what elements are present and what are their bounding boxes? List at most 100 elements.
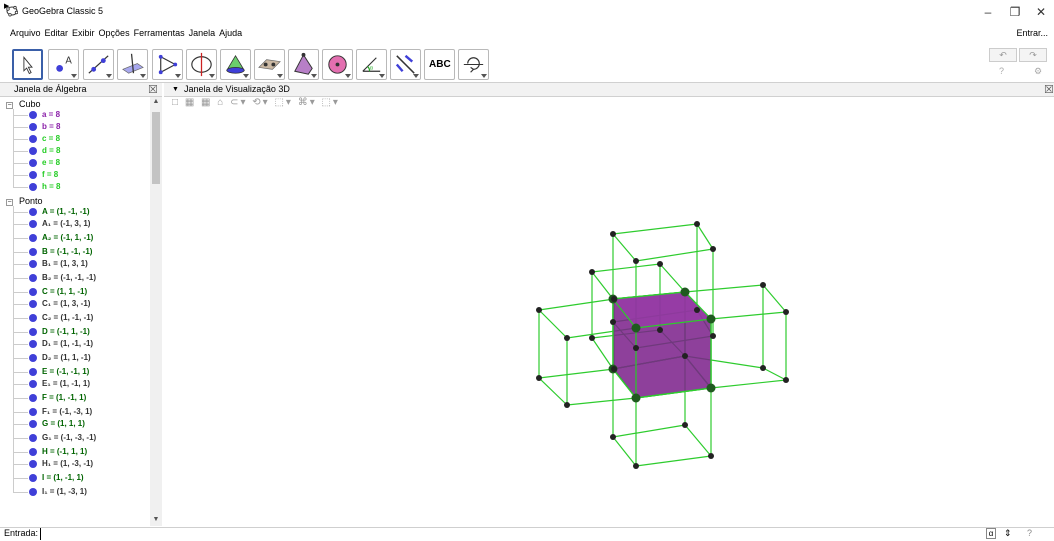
- sphere-tool-button[interactable]: [322, 49, 353, 80]
- intersect-tool-button[interactable]: [220, 49, 251, 80]
- visibility-toggle[interactable]: [29, 328, 37, 336]
- graphics-3d-view[interactable]: [164, 111, 1054, 526]
- cube-edge[interactable]: [612, 233, 637, 262]
- visibility-toggle[interactable]: [29, 394, 37, 402]
- sign-in-link[interactable]: Entrar...: [1016, 28, 1048, 38]
- text-tool-button[interactable]: ABC: [424, 49, 455, 80]
- minimize-button[interactable]: –: [975, 2, 1001, 22]
- cube-edge[interactable]: [612, 424, 686, 438]
- algebra-item[interactable]: B₂ = (-1, -1, -1): [42, 273, 96, 285]
- visibility-toggle[interactable]: [29, 420, 37, 428]
- cube-edge[interactable]: [696, 223, 714, 250]
- visibility-toggle[interactable]: [29, 147, 37, 155]
- vertex-point[interactable]: [710, 333, 716, 339]
- vertex-point[interactable]: [633, 345, 639, 351]
- settings-icon[interactable]: ⚙: [1034, 66, 1042, 77]
- cube-edge[interactable]: [591, 337, 614, 370]
- vertex-point[interactable]: [694, 307, 700, 313]
- visibility-toggle[interactable]: [29, 368, 37, 376]
- cube-edge[interactable]: [710, 311, 787, 320]
- vertex-point[interactable]: [536, 307, 542, 313]
- visibility-toggle[interactable]: [29, 208, 37, 216]
- collapse-arrow-icon[interactable]: ▶: [4, 2, 9, 10]
- line-tool-button[interactable]: [83, 49, 114, 80]
- algebra-item[interactable]: F₁ = (-1, -3, 1): [42, 407, 92, 419]
- vertex-point[interactable]: [657, 261, 663, 267]
- input-field[interactable]: [40, 528, 54, 540]
- vertex-point[interactable]: [657, 327, 663, 333]
- algebra-item[interactable]: G = (1, 1, 1): [42, 419, 85, 431]
- algebra-item[interactable]: C = (1, 1, -1): [42, 287, 87, 299]
- close-button[interactable]: ✕: [1028, 2, 1054, 22]
- visibility-toggle[interactable]: [29, 111, 37, 119]
- vertex-point[interactable]: [631, 323, 641, 333]
- visibility-toggle[interactable]: [29, 260, 37, 268]
- visibility-toggle[interactable]: [29, 314, 37, 322]
- vertex-point[interactable]: [783, 309, 789, 315]
- algebra-item[interactable]: A₁ = (-1, 3, 1): [42, 219, 90, 231]
- visibility-toggle[interactable]: [29, 288, 37, 296]
- vertex-point[interactable]: [783, 377, 789, 383]
- vertex-point[interactable]: [633, 258, 639, 264]
- help-icon[interactable]: ?: [999, 66, 1004, 76]
- cube-edge[interactable]: [538, 377, 568, 406]
- vertex-point[interactable]: [564, 402, 570, 408]
- vertex-point[interactable]: [682, 353, 688, 359]
- vertex-point[interactable]: [633, 463, 639, 469]
- visibility-toggle[interactable]: [29, 380, 37, 388]
- vertex-point[interactable]: [610, 319, 616, 325]
- visibility-toggle[interactable]: [29, 171, 37, 179]
- symbol-button[interactable]: α: [986, 528, 996, 539]
- vertex-point[interactable]: [611, 296, 617, 302]
- vertex-point[interactable]: [706, 383, 716, 393]
- visibility-toggle[interactable]: [29, 354, 37, 362]
- menu-exibir[interactable]: Exibir: [72, 28, 95, 38]
- perpendicular-tool-button[interactable]: [117, 49, 148, 80]
- visibility-toggle[interactable]: [29, 300, 37, 308]
- collapse-arrow-icon[interactable]: ▼: [172, 86, 179, 93]
- point-tool-button[interactable]: A: [48, 49, 79, 80]
- style-bar[interactable]: □ ▦ ▦ ⌂ ⊂▾ ⟲▾ ⬚▾ ⌘▾ ⬚▾: [172, 97, 340, 111]
- algebra-item[interactable]: h = 8: [42, 182, 60, 194]
- menu-ferramentas[interactable]: Ferramentas: [134, 28, 185, 38]
- menu-opcoes[interactable]: Opções: [99, 28, 130, 38]
- vertex-point[interactable]: [589, 335, 595, 341]
- visibility-toggle[interactable]: [29, 274, 37, 282]
- algebra-item[interactable]: e = 8: [42, 158, 60, 170]
- algebra-item[interactable]: I₁ = (1, -3, 1): [42, 487, 87, 499]
- circle-axis-tool-button[interactable]: [186, 49, 217, 80]
- cube-edge[interactable]: [538, 368, 615, 379]
- menu-editar[interactable]: Editar: [45, 28, 69, 38]
- algebra-item[interactable]: D₁ = (1, -1, -1): [42, 339, 93, 351]
- visibility-toggle[interactable]: [29, 408, 37, 416]
- cube-edge[interactable]: [566, 397, 637, 406]
- algebra-item[interactable]: E₁ = (1, -1, 1): [42, 379, 90, 391]
- visibility-toggle[interactable]: [29, 123, 37, 131]
- algebra-item[interactable]: E = (-1, -1, 1): [42, 367, 89, 379]
- reflect-tool-button[interactable]: [390, 49, 421, 80]
- algebra-item[interactable]: D = (-1, 1, -1): [42, 327, 90, 339]
- vertex-point[interactable]: [589, 269, 595, 275]
- visibility-toggle[interactable]: [29, 448, 37, 456]
- algebra-item[interactable]: d = 8: [42, 146, 60, 158]
- visibility-toggle[interactable]: [29, 474, 37, 482]
- vertex-point[interactable]: [610, 434, 616, 440]
- visibility-toggle[interactable]: [29, 340, 37, 348]
- vertex-point[interactable]: [610, 231, 616, 237]
- collapse-box-icon[interactable]: −: [6, 102, 13, 109]
- cube-edge[interactable]: [538, 309, 568, 339]
- algebra-item[interactable]: F = (1, -1, 1): [42, 393, 86, 405]
- visibility-toggle[interactable]: [29, 434, 37, 442]
- algebra-item[interactable]: b = 8: [42, 122, 60, 134]
- polygon-tool-button[interactable]: [152, 49, 183, 80]
- scroll-down-arrow-icon[interactable]: ▼: [150, 516, 162, 523]
- vertex-point[interactable]: [706, 314, 716, 324]
- history-updown-icon[interactable]: ⇕: [1004, 528, 1012, 539]
- visibility-toggle[interactable]: [29, 248, 37, 256]
- algebra-item[interactable]: B = (-1, -1, -1): [42, 247, 92, 259]
- cube-edge[interactable]: [684, 424, 712, 457]
- visibility-toggle[interactable]: [29, 460, 37, 468]
- algebra-item[interactable]: C₂ = (1, -1, -1): [42, 313, 93, 325]
- algebra-item[interactable]: H = (-1, 1, 1): [42, 447, 87, 459]
- redo-button[interactable]: ↷: [1019, 48, 1047, 62]
